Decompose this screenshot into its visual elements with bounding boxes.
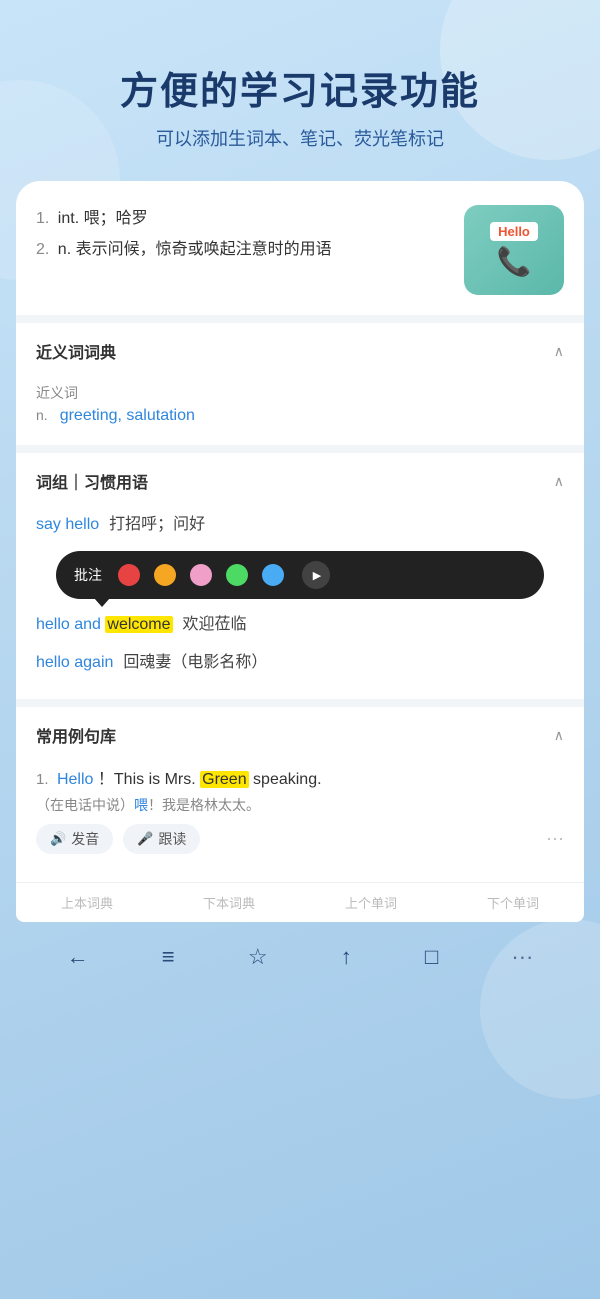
speaker-icon: 🔊 — [50, 831, 66, 847]
phone-icon: 📞 — [490, 245, 538, 278]
examples-content: 1. Hello ！This is Mrs. Green speaking. （… — [16, 763, 584, 882]
toolbar-play-button[interactable] — [302, 561, 330, 589]
main-card: 1. int. 喂；哈罗 2. n. 表示问候，惊奇或唤起注意时的用语 Hell… — [16, 181, 584, 922]
example-text-1: ！This is Mrs. — [98, 771, 200, 788]
example-en-1: 1. Hello ！This is Mrs. Green speaking. — [36, 767, 564, 793]
example-text-2: speaking. — [253, 771, 322, 788]
phrases-section-header[interactable]: 词组｜习惯用语 ∧ — [16, 453, 584, 509]
phrase-item-2: hello and welcome 欢迎莅临 — [36, 613, 564, 637]
phrase-item-1: say hello 打招呼；问好 — [36, 513, 564, 537]
color-dot-orange[interactable] — [154, 564, 176, 586]
syn-section-label: 近义词 — [36, 385, 78, 401]
nav-prev-dict[interactable]: 上本词典 — [16, 893, 158, 912]
pronunciation-button[interactable]: 🔊 发音 — [36, 824, 113, 854]
bottom-nav: 上本词典 下本词典 上个单词 下个单词 — [16, 882, 584, 922]
def-pos-2: n. 表示问候，惊奇或唤起注意时的用语 — [58, 241, 332, 258]
read-aloud-label: 跟读 — [158, 829, 186, 849]
nav-prev-word[interactable]: 上个单词 — [300, 893, 442, 912]
header-section: 方便的学习记录功能 可以添加生词本、笔记、荧光笔标记 — [0, 0, 600, 181]
example-green-highlight: Green — [200, 771, 248, 788]
window-icon[interactable]: □ — [425, 944, 438, 970]
definition-item-1: 1. int. 喂；哈罗 — [36, 205, 452, 232]
more-options-icon[interactable]: ··· — [546, 828, 564, 849]
definition-text: 1. int. 喂；哈罗 2. n. 表示问候，惊奇或唤起注意时的用语 — [36, 205, 452, 267]
divider-1 — [16, 315, 584, 323]
def-num-2: 2. — [36, 241, 49, 258]
nav-next-word[interactable]: 下个单词 — [442, 893, 584, 912]
phrase-meaning-1: 打招呼；问好 — [109, 513, 205, 537]
menu-icon[interactable]: ≡ — [162, 944, 175, 970]
synonyms-title: 近义词词典 — [36, 339, 116, 363]
phrase-meaning-2: 欢迎莅临 — [183, 613, 247, 637]
pronunciation-label: 发音 — [71, 829, 99, 849]
definition-item-2: 2. n. 表示问候，惊奇或唤起注意时的用语 — [36, 236, 452, 263]
bookmark-icon[interactable]: ☆ — [248, 944, 268, 970]
mic-icon: 🎤 — [137, 831, 153, 847]
phrase-meaning-3: 回魂妻（电影名称） — [123, 651, 267, 675]
synonyms-chevron-icon: ∧ — [554, 343, 564, 360]
share-icon[interactable]: ↑ — [341, 944, 352, 970]
example-cn-1: （在电话中说）喂！我是格林太太。 — [36, 795, 564, 816]
phrase-item-3: hello again 回魂妻（电影名称） — [36, 651, 564, 675]
synonyms-content: 近义词 n. greeting, salutation — [16, 379, 584, 445]
syn-label: 近义词 — [36, 383, 564, 403]
examples-title: 常用例句库 — [36, 723, 116, 747]
audio-buttons: 🔊 发音 🎤 跟读 ··· — [36, 824, 564, 854]
example-cn-spoken: 喂 — [134, 797, 148, 813]
color-dot-red[interactable] — [118, 564, 140, 586]
examples-chevron-icon: ∧ — [554, 727, 564, 744]
back-icon[interactable]: ← — [67, 944, 89, 970]
phrase-link-2[interactable]: hello and welcome — [36, 613, 173, 637]
nav-next-dict[interactable]: 下本词典 — [158, 893, 300, 912]
divider-2 — [16, 445, 584, 453]
phrases-chevron-icon: ∧ — [554, 473, 564, 490]
phrase-link-1[interactable]: say hello — [36, 513, 99, 537]
color-dot-green[interactable] — [226, 564, 248, 586]
synonyms-section-header[interactable]: 近义词词典 ∧ — [16, 323, 584, 379]
page-title: 方便的学习记录功能 — [40, 60, 560, 115]
phrase-highlight-welcome: welcome — [105, 616, 172, 633]
syn-words-row: n. greeting, salutation — [36, 407, 564, 425]
example-num-1: 1. — [36, 771, 49, 788]
annotation-toolbar[interactable]: 批注 — [56, 551, 544, 599]
page-subtitle: 可以添加生词本、笔记、荧光笔标记 — [40, 125, 560, 151]
syn-pos: n. — [36, 407, 48, 423]
examples-section-header[interactable]: 常用例句库 ∧ — [16, 707, 584, 763]
example-hello-link[interactable]: Hello — [57, 771, 93, 788]
syn-words[interactable]: greeting, salutation — [60, 407, 195, 425]
word-image-label: Hello — [490, 222, 538, 241]
color-dot-blue[interactable] — [262, 564, 284, 586]
def-pos-1: int. 喂；哈罗 — [58, 210, 148, 227]
example-item-1: 1. Hello ！This is Mrs. Green speaking. （… — [36, 767, 564, 854]
phrases-content: say hello 打招呼；问好 批注 hello and welcome 欢迎… — [16, 509, 584, 699]
definition-section: 1. int. 喂；哈罗 2. n. 表示问候，惊奇或唤起注意时的用语 Hell… — [16, 181, 584, 315]
phrase-link-3[interactable]: hello again — [36, 651, 113, 675]
word-image: Hello 📞 — [464, 205, 564, 295]
color-dot-pink[interactable] — [190, 564, 212, 586]
phrases-title: 词组｜习惯用语 — [36, 469, 148, 493]
def-num-1: 1. — [36, 210, 49, 227]
toolbar-label: 批注 — [74, 565, 102, 585]
divider-3 — [16, 699, 584, 707]
read-aloud-button[interactable]: 🎤 跟读 — [123, 824, 200, 854]
